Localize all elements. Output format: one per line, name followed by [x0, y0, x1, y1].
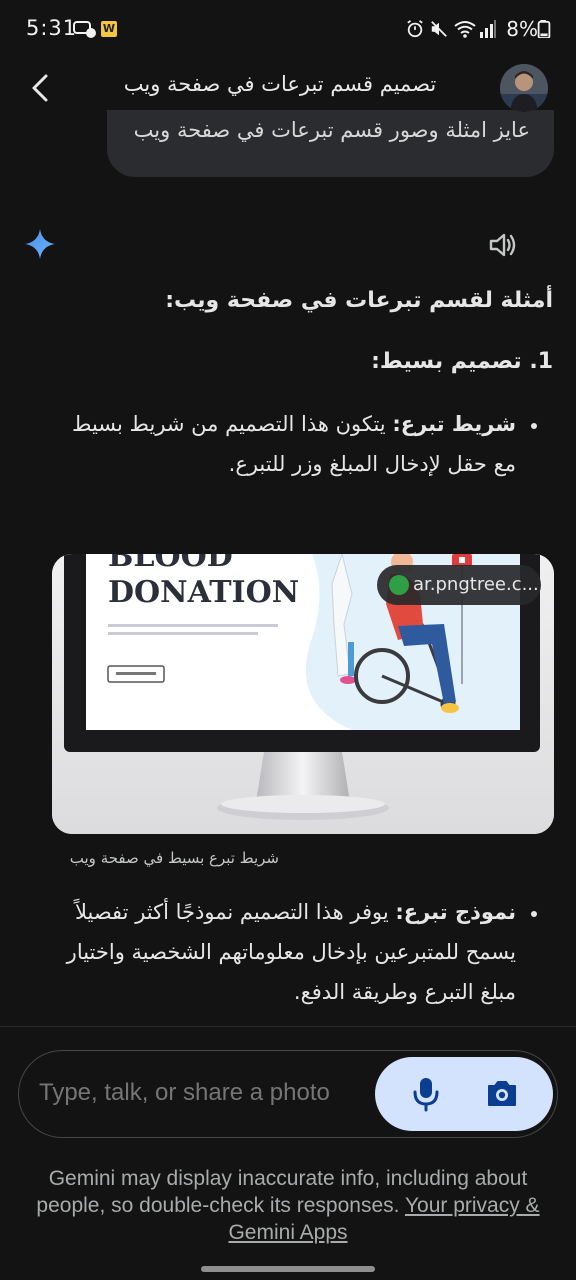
image-title-line2: DONATION [108, 575, 299, 610]
prompt-input[interactable] [39, 1079, 369, 1107]
image-title-line1: BLOOD [108, 554, 233, 574]
wifi-icon [454, 21, 476, 38]
bullet-dot [531, 423, 537, 429]
bullet-label: نموذج تبرع: [395, 900, 516, 924]
gesture-nav-bar[interactable] [201, 1266, 375, 1272]
user-message-bubble: عايز امثلة وصور قسم تبرعات في صفحة ويب [107, 108, 554, 177]
response-subheading: 1. تصميم بسيط: [371, 349, 553, 374]
image-caption: شريط تبرع بسيط في صفحة ويب [69, 849, 279, 867]
avatar[interactable] [500, 64, 548, 112]
speaker-icon[interactable] [486, 228, 520, 262]
input-actions-pill [375, 1057, 553, 1131]
image-source-chip[interactable]: ar.pngtree.c... [377, 565, 541, 605]
status-bar: 5:31 W 8% [0, 0, 576, 60]
gemini-sparkle-icon [25, 229, 55, 259]
bullet-donation-bar: شريط تبرع: يتكون هذا التصميم من شريط بسي… [46, 404, 516, 484]
camera-icon[interactable] [485, 1077, 519, 1111]
profile-avatar-icon [500, 64, 548, 112]
bullet-label: شريط تبرع: [392, 412, 516, 436]
divider [0, 1026, 576, 1027]
disclaimer: Gemini may display inaccurate info, incl… [20, 1165, 556, 1246]
prompt-input-bar [18, 1050, 558, 1138]
bullet-dot [531, 911, 537, 917]
microphone-icon[interactable] [409, 1075, 443, 1113]
signal-icon [480, 20, 496, 38]
status-time: 5:31 [26, 16, 78, 40]
battery-percent: 8% [506, 17, 538, 41]
chat-notification-icon [73, 21, 96, 38]
response-heading: أمثلة لقسم تبرعات في صفحة ويب: [165, 288, 553, 313]
conversation-title: تصميم قسم تبرعات في صفحة ويب [123, 72, 437, 96]
mute-icon [431, 21, 447, 37]
source-favicon-icon [389, 575, 409, 595]
w-app-badge: W [101, 21, 117, 37]
bullet-donation-form: نموذج تبرع: يوفر هذا التصميم نموذجًا أكث… [36, 892, 516, 1012]
battery-icon [537, 20, 551, 38]
back-icon[interactable] [24, 70, 60, 106]
image-source-text: ar.pngtree.c... [413, 574, 539, 595]
alarm-icon [407, 20, 423, 38]
user-message-text: عايز امثلة وصور قسم تبرعات في صفحة ويب [133, 118, 530, 142]
